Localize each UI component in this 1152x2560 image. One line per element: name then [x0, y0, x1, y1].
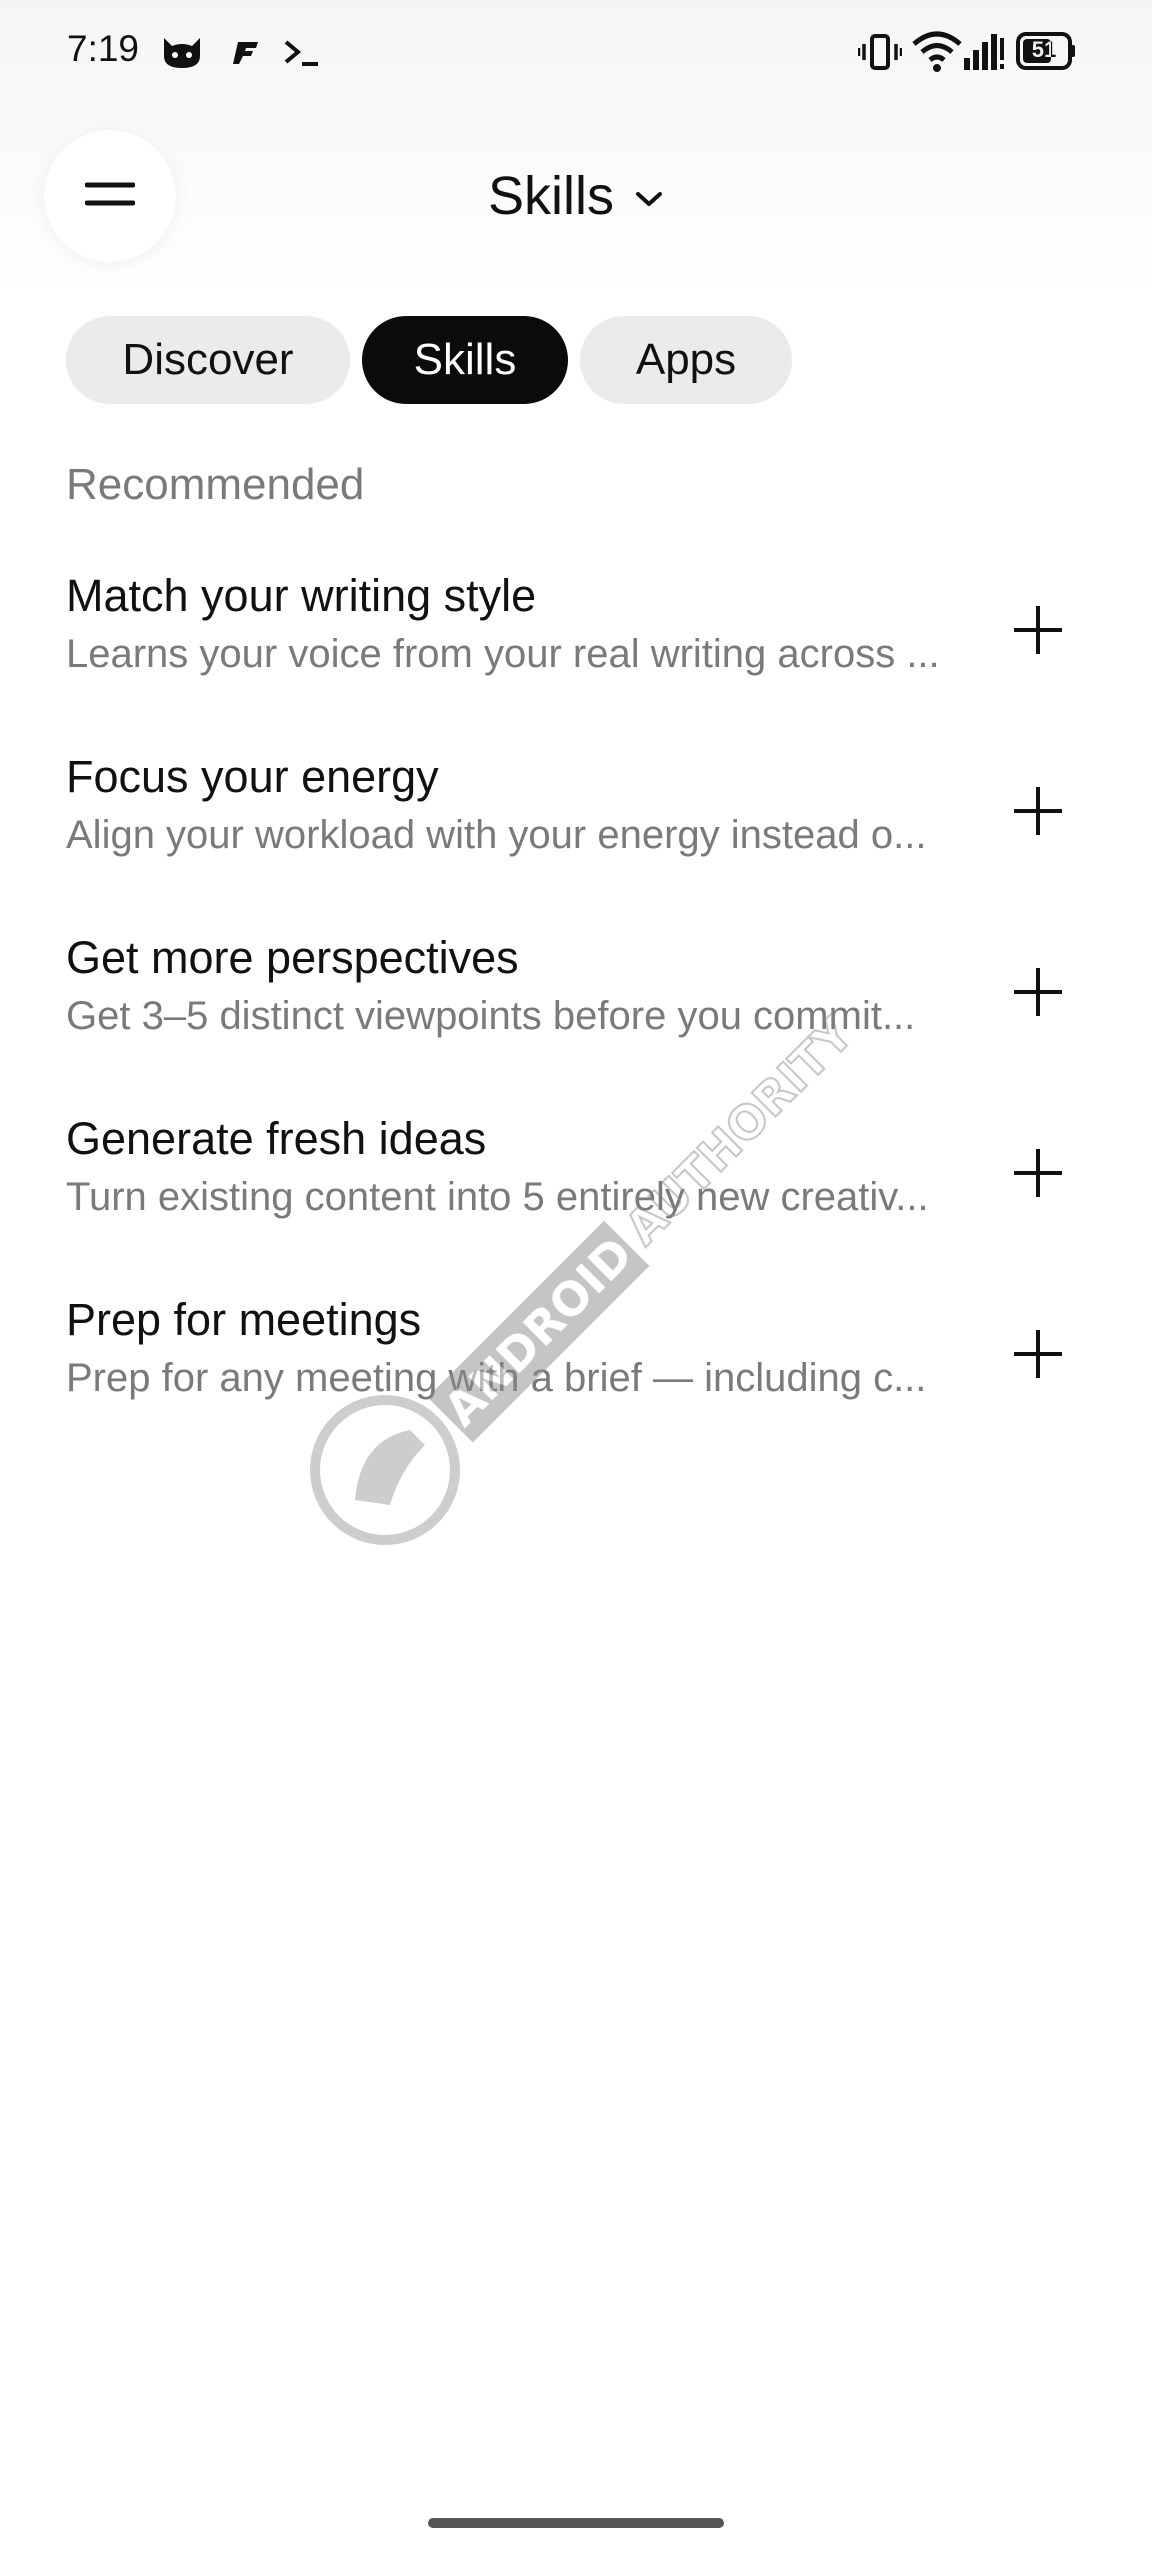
- status-time: 7:19: [67, 28, 140, 69]
- section-heading: Recommended: [66, 460, 365, 509]
- vibrate-icon: [857, 30, 903, 79]
- add-skill-button[interactable]: [1000, 954, 1076, 1030]
- list-item[interactable]: Match your writing style Learns your voi…: [0, 570, 1152, 720]
- plus-icon: [1014, 968, 1062, 1016]
- plus-icon: [1014, 1149, 1062, 1197]
- page-title: Skills: [487, 166, 614, 226]
- skill-title: Generate fresh ideas: [66, 1113, 487, 1164]
- add-skill-button[interactable]: [1000, 1316, 1076, 1392]
- status-bar: 7:19 51: [0, 0, 1152, 104]
- signal-icon: [962, 30, 1006, 79]
- plus-icon: [1014, 787, 1062, 835]
- android-authority-watermark: ANDROID AUTHORITY: [310, 1005, 860, 1545]
- list-item[interactable]: Generate fresh ideas Turn existing conte…: [0, 1113, 1152, 1263]
- list-item[interactable]: Get more perspectives Get 3–5 distinct v…: [0, 932, 1152, 1082]
- terminal-icon: [282, 32, 322, 72]
- skill-description: Get 3–5 distinct viewpoints before you c…: [66, 994, 916, 1038]
- plus-icon: [1014, 1330, 1062, 1378]
- skill-description: Prep for any meeting with a brief — incl…: [66, 1356, 927, 1400]
- add-skill-button[interactable]: [1000, 1135, 1076, 1211]
- list-item[interactable]: Focus your energy Align your workload wi…: [0, 751, 1152, 901]
- skill-description: Align your workload with your energy ins…: [66, 813, 927, 857]
- skill-description: Learns your voice from your real writing…: [66, 632, 940, 676]
- chevron-down-icon: [634, 184, 664, 214]
- tab-bar: Discover Skills Apps: [66, 316, 792, 404]
- wifi-icon: [912, 30, 962, 79]
- cat-app-icon: [160, 32, 204, 72]
- skill-title: Focus your energy: [66, 751, 439, 802]
- skill-title: Match your writing style: [66, 570, 537, 621]
- add-skill-button[interactable]: [1000, 592, 1076, 668]
- plus-icon: [1014, 606, 1062, 654]
- skill-title: Prep for meetings: [66, 1294, 422, 1345]
- battery-level: 51: [1031, 37, 1057, 62]
- tab-apps[interactable]: Apps: [580, 316, 792, 404]
- tab-skills[interactable]: Skills: [362, 316, 568, 404]
- skill-description: Turn existing content into 5 entirely ne…: [66, 1175, 929, 1219]
- page-title-dropdown[interactable]: Skills: [0, 150, 1152, 242]
- list-item[interactable]: Prep for meetings Prep for any meeting w…: [0, 1294, 1152, 1444]
- skill-title: Get more perspectives: [66, 932, 519, 983]
- add-skill-button[interactable]: [1000, 773, 1076, 849]
- tab-discover[interactable]: Discover: [66, 316, 350, 404]
- flash-app-icon: [230, 32, 262, 72]
- home-indicator[interactable]: [428, 2518, 724, 2528]
